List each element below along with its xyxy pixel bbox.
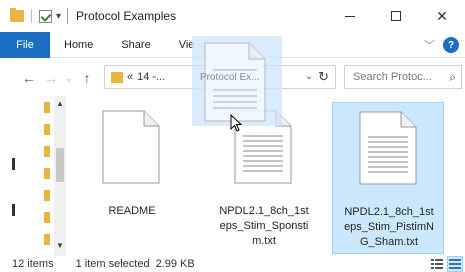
text-file-icon xyxy=(359,111,417,185)
maximize-button[interactable] xyxy=(373,0,419,32)
folder-icon[interactable] xyxy=(44,190,50,201)
address-dropdown-icon[interactable]: ⌄ xyxy=(305,71,313,82)
pane-edge-mark xyxy=(12,204,15,216)
search-icon: ⌕ xyxy=(449,70,456,84)
forward-arrow-icon[interactable]: → xyxy=(40,70,62,86)
scroll-up-icon[interactable]: ▲ xyxy=(54,98,66,110)
file-name: NPDL2.1_8ch_1st eps_Stim_PistimN G_Sham.… xyxy=(344,206,434,248)
tab-file[interactable]: File xyxy=(0,31,50,58)
quick-access-toolbar: ▾ Protocol Examples xyxy=(10,0,176,32)
item-count: 12 items xyxy=(12,258,54,270)
drag-ghost: Protocol Ex... xyxy=(192,36,282,126)
help-icon[interactable]: ? xyxy=(443,37,459,53)
folder-icon xyxy=(111,71,123,83)
drag-ghost-label: Protocol Ex... xyxy=(200,72,260,83)
back-arrow-icon[interactable]: ← xyxy=(18,70,40,86)
separator xyxy=(67,8,69,24)
folder-icon xyxy=(10,8,24,22)
large-icons-view-icon xyxy=(449,259,461,269)
folder-icon[interactable] xyxy=(44,168,50,179)
ribbon-right: ﹀ ? xyxy=(424,37,459,53)
mouse-cursor-icon xyxy=(230,114,243,132)
properties-icon[interactable] xyxy=(39,9,52,23)
minimize-button[interactable] xyxy=(327,0,373,32)
selection-size: 2.99 KB xyxy=(155,258,195,270)
minimize-icon xyxy=(345,15,355,17)
file-item-selected[interactable]: NPDL2.1_8ch_1st eps_Stim_PistimN G_Sham.… xyxy=(332,102,444,254)
maximize-icon xyxy=(391,11,401,21)
folder-icon[interactable] xyxy=(44,146,50,157)
folder-icon[interactable] xyxy=(44,124,50,135)
tab-home[interactable]: Home xyxy=(50,39,107,51)
window-controls: ✕ xyxy=(327,0,465,32)
scroll-down-icon[interactable]: ▼ xyxy=(54,240,66,252)
pane-edge-mark xyxy=(12,158,15,170)
details-view-button[interactable] xyxy=(429,256,445,272)
close-button[interactable]: ✕ xyxy=(419,0,465,32)
selection-count: 1 item selected xyxy=(75,258,150,270)
nav-scrollbar-thumb[interactable] xyxy=(56,148,64,182)
folder-icon[interactable] xyxy=(44,234,50,245)
refresh-icon[interactable]: ↻ xyxy=(318,69,329,85)
title-bar: ▾ Protocol Examples ✕ xyxy=(0,0,465,32)
breadcrumb-overflow[interactable]: « xyxy=(127,71,133,83)
close-icon: ✕ xyxy=(436,7,448,24)
search-placeholder: Search Protoc... xyxy=(353,71,432,83)
view-buttons xyxy=(427,256,463,272)
tab-share[interactable]: Share xyxy=(107,39,164,51)
file-name: NPDL2.1_8ch_1st eps_Stim_Sponsti m.txt xyxy=(219,205,309,247)
file-name: README xyxy=(108,205,156,217)
navigation-pane[interactable]: ▲ ▼ xyxy=(0,96,68,256)
search-input[interactable]: Search Protoc... ⌕ xyxy=(344,65,462,89)
breadcrumb[interactable]: 14 -... xyxy=(137,71,165,83)
details-view-icon xyxy=(431,259,443,269)
status-bar: 12 items 1 item selected 2.99 KB xyxy=(0,256,465,272)
up-arrow-icon[interactable]: ↑ xyxy=(76,70,98,86)
separator xyxy=(31,9,32,23)
recent-locations-icon[interactable]: ⌄ xyxy=(62,73,76,84)
customize-dropdown-icon[interactable]: ▾ xyxy=(56,11,61,22)
blank-file-icon xyxy=(102,110,160,184)
file-item[interactable]: README xyxy=(76,102,188,254)
expand-ribbon-icon[interactable]: ﹀ xyxy=(424,37,435,53)
window-title: Protocol Examples xyxy=(76,9,177,23)
folder-icon[interactable] xyxy=(44,102,50,113)
folder-icon[interactable] xyxy=(44,212,50,223)
large-icons-view-button[interactable] xyxy=(447,256,463,272)
